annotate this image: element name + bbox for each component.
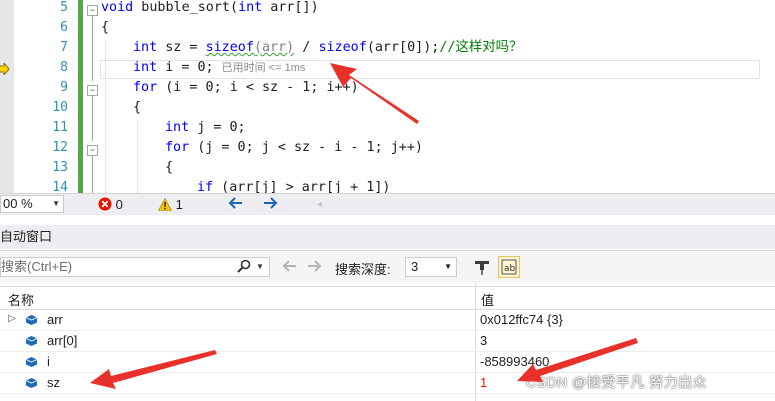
code-line-13: { [165, 160, 174, 175]
variable-icon [26, 357, 37, 367]
arrow-left-icon [228, 197, 242, 209]
row-value[interactable]: -858993460 [480, 354, 549, 369]
outline-line [92, 156, 93, 193]
line-number: 12 [52, 140, 68, 155]
row-name: arr [47, 312, 63, 327]
line-number: 14 [52, 180, 68, 193]
line-number: 7 [60, 40, 68, 55]
chevron-down-icon: ▼ [444, 262, 452, 271]
hex-icon: ab [501, 259, 517, 275]
editor-status-bar: 00 % ▼ 0 1 ◂ [0, 193, 775, 215]
autos-window-title[interactable]: 自动窗口 [0, 225, 775, 249]
warning-count: 1 [175, 197, 183, 212]
arrow-right-icon [264, 197, 278, 209]
collapse-icon[interactable]: − [87, 145, 98, 156]
code-line-10: { [133, 100, 142, 115]
search-depth-dropdown[interactable]: 3 ▼ [405, 257, 457, 277]
search-depth-value: 3 [411, 259, 419, 274]
code-text-area[interactable]: void bubble_sort(int arr[]) { int sz = s… [101, 0, 775, 193]
line-number-gutter: 5 6 7 8 9 10 11 12 13 14 [14, 0, 78, 193]
errors-indicator[interactable]: 0 [98, 196, 123, 213]
outline-line [92, 16, 93, 81]
search-input[interactable]: 搜索(Ctrl+E) ▼ [0, 257, 270, 277]
line-number: 11 [52, 120, 68, 135]
code-line-11: int j = 0; [165, 120, 246, 135]
line-number: 5 [60, 0, 68, 15]
line-number: 9 [60, 80, 68, 95]
line-number: 6 [60, 20, 68, 35]
navigate-forward-button[interactable] [262, 195, 278, 215]
autos-toolbar: 搜索(Ctrl+E) ▼ 搜索深度: 3 ▼ ab [0, 250, 775, 283]
line-number: 10 [52, 100, 68, 115]
search-icon[interactable] [237, 258, 251, 276]
row-value[interactable]: 0x012ffc74 {3} [480, 312, 563, 327]
search-back-button[interactable] [282, 258, 298, 277]
code-line-12: for (j = 0; j < sz - i - 1; j++) [165, 140, 423, 155]
current-statement-arrow-icon [0, 63, 10, 75]
code-line-8: int i = 0; 已用时间 <= 1ms [133, 60, 306, 75]
svg-text:ab: ab [504, 264, 516, 274]
row-name: arr[0] [47, 333, 78, 348]
watermark: CSDN @接受平凡 努力出众 [526, 374, 708, 390]
zoom-value: 00 % [3, 196, 33, 211]
line-number: 13 [52, 160, 68, 175]
navigate-back-button[interactable] [228, 195, 244, 215]
code-line-9: for (i = 0; i < sz - 1; i++) [133, 80, 359, 95]
table-row[interactable]: arr[0] 3 [0, 331, 775, 352]
column-header-value[interactable]: 值 [481, 290, 494, 309]
error-icon [98, 197, 112, 211]
search-forward-button[interactable] [306, 258, 322, 277]
hex-display-toggle[interactable]: ab [498, 256, 520, 278]
code-line-14: if (arr[j] > arr[j + 1]) [197, 180, 391, 193]
collapse-icon[interactable]: − [87, 85, 98, 96]
variable-icon [26, 336, 37, 346]
outline-line [92, 96, 93, 141]
code-line-7: int sz = sizeof(arr) / sizeof(arr[0]);//… [133, 40, 523, 55]
grid-header: 名称 值 [0, 286, 775, 310]
collapse-icon[interactable]: − [87, 5, 98, 16]
row-value[interactable]: 3 [480, 333, 487, 348]
expand-row-icon[interactable]: ▷ [8, 313, 16, 324]
arrow-right-icon [308, 260, 322, 272]
search-placeholder: 搜索(Ctrl+E) [1, 259, 73, 274]
warning-icon [157, 197, 173, 211]
chevron-down-icon: ▼ [52, 199, 60, 208]
row-value[interactable]: 1 [480, 375, 487, 390]
search-depth-label: 搜索深度: [335, 262, 391, 277]
pin-icon[interactable] [472, 257, 492, 277]
variable-icon [26, 378, 37, 388]
zoom-dropdown[interactable]: 00 % ▼ [0, 195, 64, 213]
error-count: 0 [115, 197, 123, 212]
row-name: i [47, 354, 50, 369]
variable-icon [26, 315, 37, 325]
outlining-margin: − − − [83, 0, 100, 193]
table-row[interactable]: ▷ arr 0x012ffc74 {3} [0, 310, 775, 331]
more-options-button[interactable]: ◂ [317, 196, 322, 213]
code-editor[interactable]: 5 6 7 8 9 10 11 12 13 14 − − − void bubb… [0, 0, 775, 193]
code-line-6: { [101, 20, 110, 35]
arrow-left-icon [282, 260, 296, 272]
table-row[interactable]: i -858993460 [0, 352, 775, 373]
column-header-name[interactable]: 名称 [8, 290, 34, 309]
indicator-margin[interactable] [0, 0, 14, 193]
chevron-down-icon[interactable]: ▼ [256, 258, 264, 276]
elapsed-time-perftip[interactable]: 已用时间 <= 1ms [222, 62, 306, 74]
warnings-indicator[interactable]: 1 [157, 196, 183, 213]
row-name: sz [47, 375, 60, 390]
code-line-5: void bubble_sort(int arr[]) [101, 0, 319, 15]
line-number: 8 [60, 60, 68, 75]
